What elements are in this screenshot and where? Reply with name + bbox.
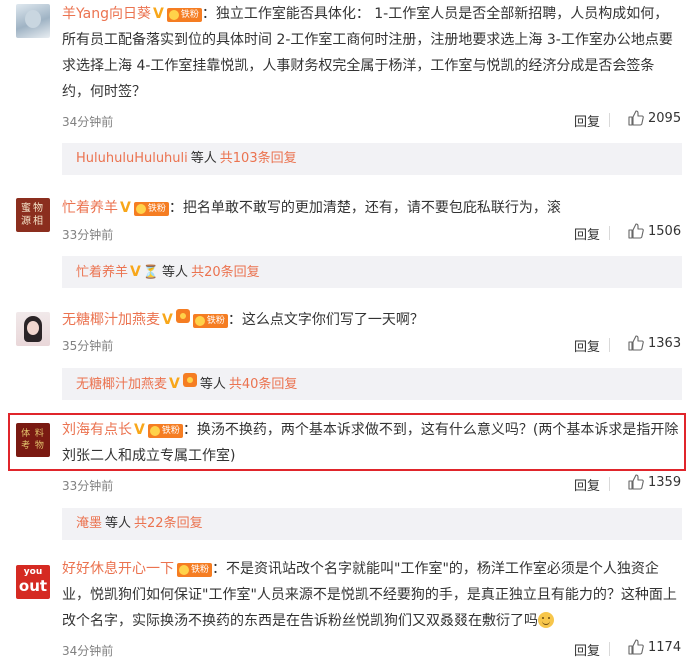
like-count: 1363: [648, 335, 682, 351]
avatar-text: 体 料 考 物: [21, 429, 45, 451]
sub-reply-names[interactable]: 淹墨: [76, 516, 102, 531]
thumbs-up-icon: [628, 474, 644, 490]
smiley-emoji-icon: [538, 612, 554, 628]
avatar[interactable]: you out: [16, 565, 50, 599]
avatar[interactable]: [16, 4, 50, 38]
sub-reply-etc: 等人: [105, 516, 132, 531]
avatar-text: out: [18, 577, 48, 595]
divider: [609, 338, 610, 352]
verified-icon: V: [162, 312, 173, 328]
crown-icon: [175, 309, 190, 323]
sub-reply-summary[interactable]: 淹墨 等人 共22条回复: [62, 508, 682, 540]
comment-time: 33分钟前: [62, 479, 114, 493]
comment-text: ：把名单敢不敢写的更加清楚，还有，请不要包庇私联行为，滚: [168, 200, 561, 216]
sub-reply-etc: 等人: [199, 377, 226, 392]
comment-time: 34分钟前: [62, 644, 114, 658]
hourglass-icon: ⏳: [142, 265, 160, 280]
username-link[interactable]: 无糖椰汁加燕麦: [62, 312, 160, 328]
avatar[interactable]: [16, 312, 50, 346]
like-button[interactable]: 1174: [628, 639, 681, 655]
verified-icon: V: [134, 422, 145, 438]
like-count: 2095: [648, 110, 682, 126]
sub-reply-names[interactable]: 忙着养羊: [76, 265, 128, 280]
reply-button[interactable]: 回复: [574, 224, 600, 243]
sub-reply-count-link[interactable]: 共103条回复: [220, 151, 297, 166]
comment-body: 无糖椰汁加燕麦 V 铁粉 ：这么点文字你们写了一天啊？: [62, 307, 680, 333]
reply-button[interactable]: 回复: [574, 475, 600, 494]
verified-icon: V: [130, 264, 141, 280]
like-count: 1506: [648, 223, 682, 239]
like-button[interactable]: 1359: [628, 474, 681, 490]
sub-reply-etc: 等人: [190, 151, 217, 166]
thumbs-up-icon: [628, 639, 644, 655]
comment-body: 羊Yang向日葵 V 铁粉 ：独立工作室能否具体化： 1-工作室人员是否全部新招聘，人…: [62, 1, 680, 105]
verified-icon: V: [169, 376, 180, 392]
like-button[interactable]: 1363: [628, 335, 681, 351]
sub-reply-names[interactable]: HuluhuluHuluhuli: [76, 151, 188, 166]
username-link[interactable]: 忙着养羊: [62, 200, 118, 216]
fan-badge: 铁粉: [166, 8, 202, 22]
avatar[interactable]: 蜜物 源相: [16, 198, 50, 232]
sub-reply-count-link[interactable]: 共22条回复: [134, 516, 203, 531]
sub-reply-count-link[interactable]: 共40条回复: [229, 377, 298, 392]
sub-reply-summary[interactable]: 忙着养羊 V ⏳ 等人 共20条回复: [62, 256, 682, 288]
fan-badge: 铁粉: [147, 424, 183, 438]
sub-reply-summary[interactable]: HuluhuluHuluhuli 等人 共103条回复: [62, 143, 682, 175]
divider: [609, 113, 610, 127]
fan-badge: 铁粉: [192, 314, 228, 328]
comment-time: 35分钟前: [62, 339, 114, 353]
sub-reply-count-link[interactable]: 共20条回复: [191, 265, 260, 280]
username-link[interactable]: 刘海有点长: [62, 422, 132, 438]
reply-button[interactable]: 回复: [574, 111, 600, 130]
comment-body: 好好休息开心一下 铁粉 ：不是资讯站改个名字就能叫"工作室"的，杨洋工作室必须是个人…: [62, 556, 680, 634]
sub-reply-names[interactable]: 无糖椰汁加燕麦: [76, 377, 167, 392]
comment-text: ：这么点文字你们写了一天啊？: [227, 312, 424, 328]
avatar-text: 蜜物 源相: [21, 203, 45, 227]
avatar[interactable]: 体 料 考 物: [16, 423, 50, 457]
thumbs-up-icon: [628, 223, 644, 239]
username-link[interactable]: 羊Yang向日葵: [62, 6, 151, 22]
divider: [609, 642, 610, 656]
comment-body: 刘海有点长 V 铁粉 ：换汤不换药，两个基本诉求做不到，这有什么意义吗？(两个基本诉求…: [62, 417, 680, 469]
fan-badge: 铁粉: [177, 563, 213, 577]
thumbs-up-icon: [628, 110, 644, 126]
comment-body: 忙着养羊 V 铁粉 ：把名单敢不敢写的更加清楚，还有，请不要包庇私联行为，滚: [62, 195, 680, 221]
reply-button[interactable]: 回复: [574, 640, 600, 659]
verified-icon: V: [152, 6, 164, 22]
sub-reply-etc: 等人: [162, 265, 189, 280]
crown-icon: [182, 373, 197, 387]
username-link[interactable]: 好好休息开心一下: [62, 561, 174, 577]
verified-icon: V: [120, 200, 131, 216]
like-count: 1174: [648, 639, 682, 655]
divider: [609, 477, 610, 491]
fan-badge: 铁粉: [133, 202, 169, 216]
like-button[interactable]: 1506: [628, 223, 681, 239]
thumbs-up-icon: [628, 335, 644, 351]
divider: [609, 226, 610, 240]
comment-time: 33分钟前: [62, 228, 114, 242]
comment-time: 34分钟前: [62, 115, 114, 129]
reply-button[interactable]: 回复: [574, 336, 600, 355]
sub-reply-summary[interactable]: 无糖椰汁加燕麦 V 等人 共40条回复: [62, 368, 682, 400]
like-button[interactable]: 2095: [628, 110, 681, 126]
like-count: 1359: [648, 474, 682, 490]
